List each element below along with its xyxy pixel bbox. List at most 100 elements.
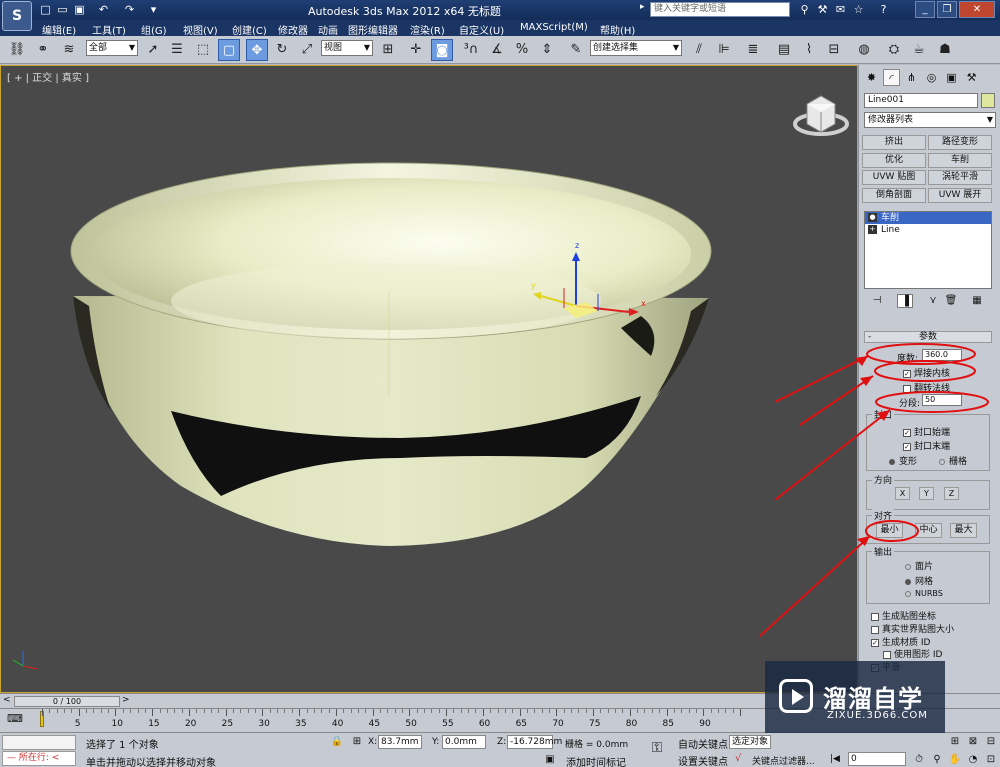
- selected-object-dropdown[interactable]: 选定对象: [729, 735, 771, 749]
- parameters-rollout-header[interactable]: - 参数: [864, 331, 992, 343]
- hierarchy-tab-icon[interactable]: ⋔: [903, 69, 920, 86]
- favorites-icon[interactable]: ☆: [851, 2, 866, 17]
- turbosmooth-button[interactable]: 涡轮平滑: [928, 170, 992, 185]
- new-icon[interactable]: □: [38, 2, 53, 17]
- layer-manager-icon[interactable]: ≣: [742, 39, 764, 61]
- select-rotate-icon[interactable]: ↻: [271, 39, 293, 61]
- make-unique-icon[interactable]: ⋎: [925, 294, 941, 308]
- flip-normals-checkbox[interactable]: 翻转法线: [903, 381, 950, 394]
- unlink-icon[interactable]: ⚭: [32, 39, 54, 61]
- time-tag-icon[interactable]: ▣: [543, 753, 557, 767]
- rectangular-selection-icon[interactable]: ⬚: [192, 39, 214, 61]
- minimize-button[interactable]: _: [915, 1, 935, 18]
- help-icon[interactable]: ?: [876, 2, 891, 17]
- bind-space-warp-icon[interactable]: ≋: [58, 39, 80, 61]
- z-coordinate-field[interactable]: -16.728mm: [507, 735, 562, 749]
- percent-snap-icon[interactable]: %: [511, 39, 533, 61]
- object-color-swatch[interactable]: [981, 93, 995, 108]
- selection-filter-dropdown[interactable]: 全部 ▼: [86, 40, 138, 56]
- grid-radio[interactable]: 栅格: [939, 454, 967, 467]
- absolute-mode-icon[interactable]: ⊞: [350, 735, 364, 749]
- axis-x-button[interactable]: X: [895, 487, 910, 500]
- time-config-icon[interactable]: ⏱: [912, 753, 926, 767]
- extrude-button[interactable]: 挤出: [862, 135, 926, 150]
- menu-group[interactable]: 组(G): [141, 22, 167, 37]
- zoom-extents-all-icon[interactable]: ⊟: [984, 735, 998, 749]
- utilities-tab-icon[interactable]: ⚒: [963, 69, 980, 86]
- configure-sets-icon[interactable]: ▦: [969, 294, 985, 308]
- link-icon[interactable]: ⛓: [6, 39, 28, 61]
- modifier-list-dropdown[interactable]: 修改器列表 ▼: [864, 112, 996, 128]
- menu-create[interactable]: 创建(C): [232, 22, 267, 37]
- menu-animation[interactable]: 动画: [318, 22, 338, 37]
- rendered-frame-icon[interactable]: ☕: [908, 39, 930, 61]
- time-slider-thumb[interactable]: 0 / 100: [14, 696, 120, 707]
- edit-named-selection-icon[interactable]: ✎: [565, 39, 587, 61]
- expand-icon[interactable]: +: [868, 225, 877, 234]
- align-center-button[interactable]: 中心: [915, 523, 942, 538]
- mini-curve-editor-icon[interactable]: ⌨: [6, 712, 24, 728]
- bevel-profile-button[interactable]: 倒角剖面: [862, 188, 926, 203]
- reference-coordinate-dropdown[interactable]: 视图 ▼: [321, 40, 373, 56]
- add-time-tag-button[interactable]: 添加时间标记: [566, 754, 626, 767]
- zoom-extents-icon[interactable]: ⊠: [966, 735, 980, 749]
- render-production-icon[interactable]: ☗: [934, 39, 956, 61]
- remove-modifier-icon[interactable]: 🗑: [943, 294, 959, 308]
- stack-item-lathe[interactable]: ● 车削: [865, 212, 991, 224]
- modify-tab-icon[interactable]: ◜: [883, 69, 900, 86]
- render-setup-icon[interactable]: ⛭: [883, 39, 905, 61]
- align-min-button[interactable]: 最小: [876, 523, 903, 538]
- zoom-icon[interactable]: ⚲: [930, 753, 944, 767]
- axis-y-button[interactable]: Y: [919, 487, 934, 500]
- key-filters-button[interactable]: 关键点过滤器...: [752, 754, 815, 767]
- named-selection-dropdown[interactable]: 创建选择集 ▼: [590, 40, 682, 56]
- maximize-viewport-icon[interactable]: ⊡: [984, 753, 998, 767]
- pin-stack-icon[interactable]: ⊣: [869, 294, 885, 308]
- x-coordinate-field[interactable]: 83.7mm: [378, 735, 422, 749]
- menu-customize[interactable]: 自定义(U): [459, 22, 504, 37]
- degrees-spinner[interactable]: 360.0: [922, 349, 962, 361]
- uvw-map-button[interactable]: UVW 贴图: [862, 170, 926, 185]
- pan-view-icon[interactable]: ✋: [948, 753, 962, 767]
- lathe-button[interactable]: 车削: [928, 153, 992, 168]
- key-icon[interactable]: ⚿: [650, 741, 664, 755]
- search-expand-icon[interactable]: ▸: [640, 2, 645, 12]
- unwrap-uvw-button[interactable]: UVW 展开: [928, 188, 992, 203]
- redo-icon[interactable]: ↷: [122, 2, 137, 17]
- window-crossing-icon[interactable]: ▢: [218, 39, 240, 61]
- cap-end-checkbox[interactable]: ✓ 封口末端: [903, 439, 950, 452]
- y-coordinate-field[interactable]: 0.0mm: [442, 735, 486, 749]
- menu-modifiers[interactable]: 修改器: [278, 22, 308, 37]
- display-tab-icon[interactable]: ▣: [943, 69, 960, 86]
- pivot-center-icon[interactable]: ⊞: [377, 39, 399, 61]
- segments-spinner[interactable]: 50: [922, 394, 962, 406]
- output-nurbs-radio[interactable]: NURBS: [905, 589, 943, 598]
- motion-tab-icon[interactable]: ◎: [923, 69, 940, 86]
- restore-button[interactable]: ❐: [937, 1, 957, 18]
- save-icon[interactable]: ▣: [72, 2, 87, 17]
- angle-snap-icon[interactable]: ∡: [486, 39, 508, 61]
- keyboard-shortcut-override-icon[interactable]: ◙: [431, 39, 453, 61]
- open-icon[interactable]: ▭: [55, 2, 70, 17]
- snaps-toggle-icon[interactable]: ³∩: [460, 39, 482, 61]
- schematic-view-icon[interactable]: ⊟: [823, 39, 845, 61]
- generate-mapping-checkbox[interactable]: 生成贴图坐标: [871, 609, 936, 622]
- select-move-icon[interactable]: ✥: [246, 39, 268, 61]
- lock-selection-icon[interactable]: 🔒: [330, 735, 344, 749]
- select-manipulate-icon[interactable]: ✛: [405, 39, 427, 61]
- undo-icon[interactable]: ↶: [96, 2, 111, 17]
- use-shape-ids-checkbox[interactable]: 使用图形 ID: [883, 647, 942, 660]
- material-editor-icon[interactable]: ◍: [853, 39, 875, 61]
- zoom-all-icon[interactable]: ⊞: [948, 735, 962, 749]
- mirror-icon[interactable]: ⫽: [688, 39, 710, 61]
- select-by-name-icon[interactable]: ☰: [166, 39, 188, 61]
- menu-maxscript[interactable]: MAXScript(M): [520, 22, 588, 33]
- weld-core-checkbox[interactable]: ✓ 焊接内核: [903, 366, 950, 379]
- menu-tools[interactable]: 工具(T): [92, 22, 126, 37]
- menu-edit[interactable]: 编辑(E): [42, 22, 76, 37]
- orbit-icon[interactable]: ◔: [966, 753, 980, 767]
- key-tangent-icon[interactable]: √: [735, 753, 741, 764]
- align-max-button[interactable]: 最大: [950, 523, 977, 538]
- subscription-icon[interactable]: ⚒: [815, 2, 830, 17]
- output-patch-radio[interactable]: 面片: [905, 559, 933, 572]
